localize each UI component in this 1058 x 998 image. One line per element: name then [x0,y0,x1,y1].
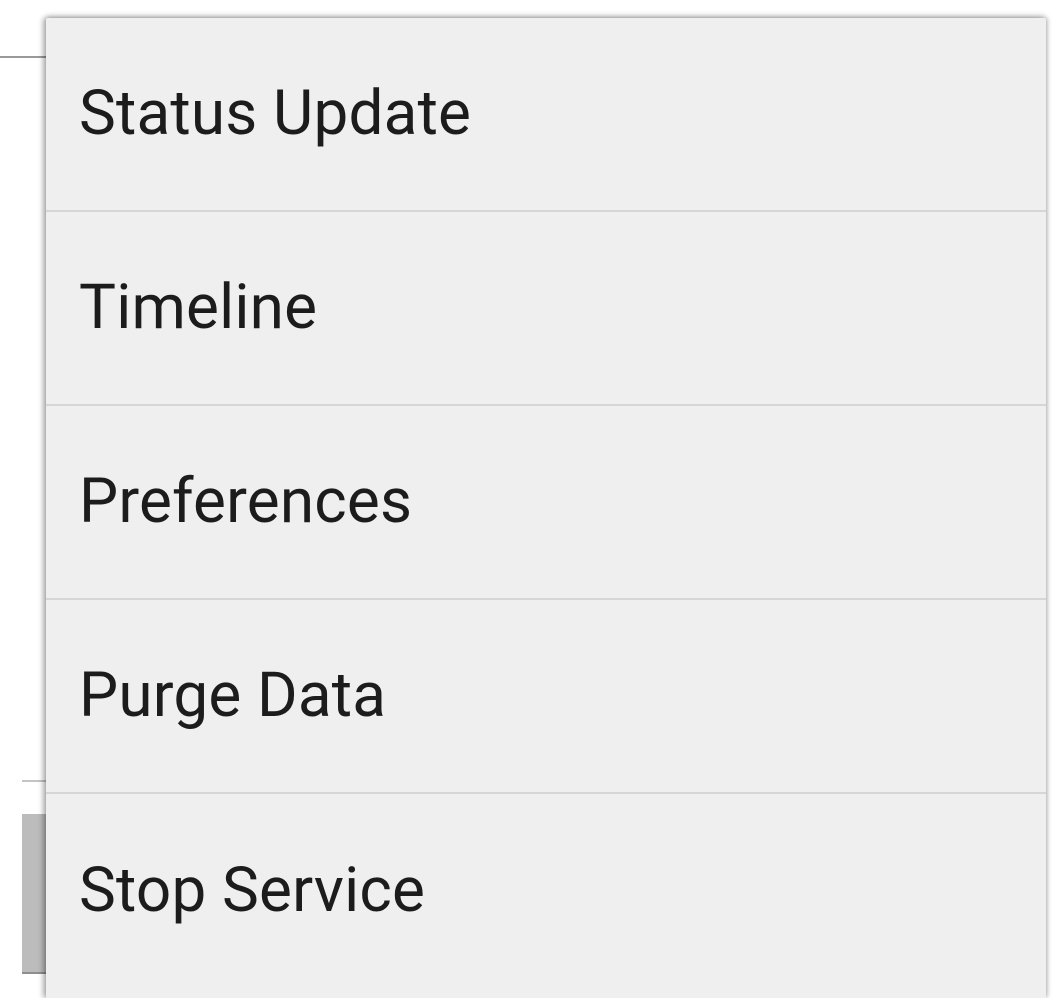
background-divider [22,972,48,974]
menu-item-label: Stop Service [79,854,426,927]
menu-item-preferences[interactable]: Preferences [46,406,1046,600]
menu-item-label: Purge Data [79,659,387,732]
menu-item-label: Status Update [79,77,472,150]
background-divider [22,780,48,782]
overflow-menu: Status Update Timeline Preferences Purge… [46,18,1046,998]
background-divider [0,56,46,58]
menu-item-stop-service[interactable]: Stop Service [46,794,1046,988]
menu-item-label: Preferences [79,465,413,538]
background-app-panel [0,780,48,986]
background-button [22,814,48,974]
menu-item-purge-data[interactable]: Purge Data [46,600,1046,794]
menu-item-status-update[interactable]: Status Update [46,18,1046,212]
menu-item-timeline[interactable]: Timeline [46,212,1046,406]
menu-item-label: Timeline [79,271,318,344]
